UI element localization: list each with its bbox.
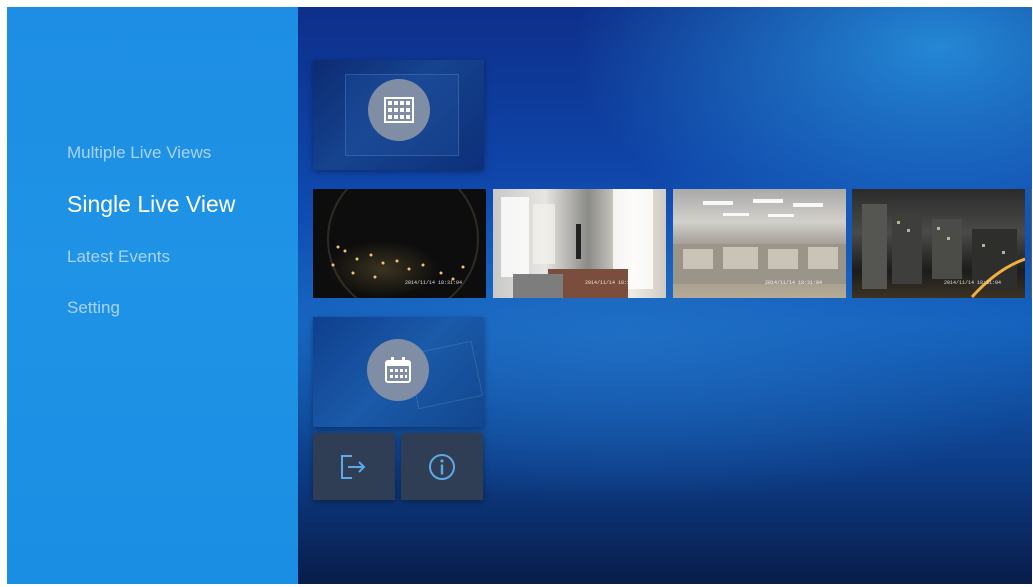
logout-button[interactable] [313,433,395,500]
camera-timestamp: 2014/11/14 18:31:04 [585,280,643,286]
multiple-view-tile[interactable] [313,60,484,170]
camera-timestamp: 2014/11/14 18:31:04 [405,280,463,286]
camera-thumbnail-4[interactable]: 2014/11/14 18:31:04 [852,189,1025,298]
sidebar: Multiple Live Views Single Live View Lat… [7,7,298,584]
app-frame: Multiple Live Views Single Live View Lat… [7,7,1032,584]
camera-thumbnail-1[interactable]: 2014/11/14 18:31:04 [313,189,486,298]
playback-tile[interactable] [313,317,484,427]
main-content: 2014/11/14 18:31:04 2014/11/14 18:31:04 [298,7,1032,584]
sidebar-item-single-live-view[interactable]: Single Live View [67,191,235,218]
sidebar-item-multiple-live-views[interactable]: Multiple Live Views [67,143,211,163]
logout-icon [341,454,366,479]
info-button[interactable] [401,433,483,500]
grid-icon [368,79,430,141]
calendar-icon [367,339,429,401]
camera-timestamp: 2014/11/14 18:31:04 [944,280,1002,286]
camera-thumbnail-5[interactable] [1031,189,1032,298]
sidebar-item-setting[interactable]: Setting [67,298,120,318]
camera-timestamp: 2014/11/14 18:31:04 [765,280,823,286]
sidebar-item-latest-events[interactable]: Latest Events [67,247,170,267]
info-icon [429,453,455,480]
camera-thumbnail-2[interactable]: 2014/11/14 18:31:04 [493,189,666,298]
camera-thumbnail-3[interactable]: 2014/11/14 18:31:04 [673,189,846,298]
